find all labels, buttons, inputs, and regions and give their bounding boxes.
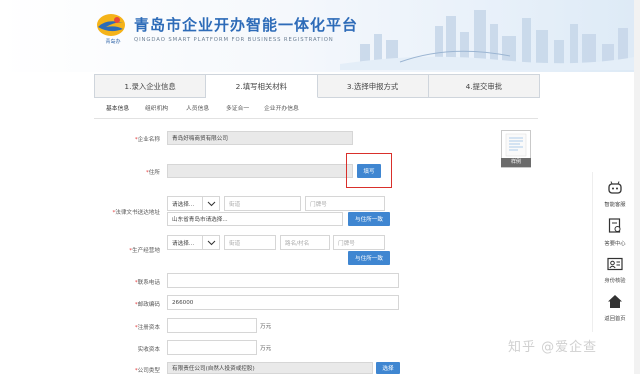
sample-label: 样例	[501, 158, 531, 167]
postcode-label: *邮政编码	[134, 302, 160, 308]
registered-capital-unit: 万元	[260, 324, 272, 330]
city-skyline-image	[340, 10, 640, 70]
legal-address-detail-field[interactable]: 山东省青岛市请选择...	[167, 212, 343, 226]
same-as-address-button[interactable]: 与住所一致	[348, 212, 390, 226]
legal-address-door-input[interactable]: 门牌号	[305, 196, 385, 211]
subtab-divider	[94, 118, 538, 119]
business-place-street-input[interactable]: 街道	[224, 235, 276, 250]
page-scrollbar[interactable]	[634, 0, 640, 374]
business-place-road-input[interactable]: 路名/村名	[280, 235, 330, 250]
legal-address-label: *法律文书送达地址	[112, 210, 160, 216]
tab-opening-info[interactable]: 企业开办信息	[264, 100, 299, 118]
document-icon	[608, 218, 621, 233]
business-place-door-input[interactable]: 门牌号	[333, 235, 385, 250]
chevron-down-icon[interactable]	[203, 235, 220, 250]
step-2[interactable]: 2.填写相关材料	[206, 75, 318, 98]
tab-multi-cert[interactable]: 多证合一	[226, 100, 249, 118]
postcode-input[interactable]: 266000	[167, 295, 399, 310]
step-1[interactable]: 1.录入企业信息	[95, 75, 207, 97]
step-tabs: 1.录入企业信息 2.填写相关材料 3.选择申报方式 4.提交审批	[94, 74, 540, 98]
sidebar-item-verify[interactable]: 身份核验	[593, 256, 637, 284]
address-label: *住所	[146, 170, 160, 176]
legal-address-region-select[interactable]: 请选择...	[167, 196, 203, 211]
company-type-label: *公司类型	[134, 368, 160, 374]
watermark-text: 知乎 @爱企查	[508, 340, 598, 355]
tab-basic-info[interactable]: 基本信息	[106, 100, 130, 119]
address-field[interactable]	[167, 164, 353, 178]
step-3[interactable]: 3.选择申报方式	[318, 75, 429, 97]
company-name-field[interactable]: 青岛好嗨商贸有限公司	[167, 131, 353, 145]
company-name-label: *企业名称	[134, 137, 160, 143]
tab-organization[interactable]: 组织机构	[145, 100, 168, 118]
registered-capital-label: *注册资本	[134, 325, 160, 331]
legal-address-street-input[interactable]: 街道	[224, 196, 301, 211]
same-as-address-button-2[interactable]: 与住所一致	[348, 251, 390, 265]
paid-capital-input[interactable]	[167, 340, 257, 355]
sidebar-item-answers[interactable]: 答要中心	[593, 218, 637, 247]
logo-text: 青岛办	[105, 39, 121, 45]
tab-personnel[interactable]: 人员信息	[186, 100, 209, 118]
logo-icon	[97, 14, 125, 36]
phone-label: *联系电话	[134, 280, 160, 286]
business-place-region-select[interactable]: 请选择...	[167, 235, 203, 250]
phone-input[interactable]	[167, 273, 399, 288]
business-place-label: *生产经营地	[129, 248, 160, 254]
home-icon	[608, 295, 622, 308]
chevron-down-icon[interactable]	[203, 196, 220, 211]
floating-sidebar: 智能客服 答要中心 身份核验 返回首页	[592, 172, 637, 332]
robot-icon	[608, 181, 622, 194]
registered-capital-input[interactable]	[167, 318, 257, 333]
sidebar-item-service[interactable]: 智能客服	[593, 180, 637, 208]
paid-capital-unit: 万元	[260, 346, 272, 352]
site-title: 青岛市企业开办智能一体化平台	[134, 16, 359, 34]
site-subtitle: QINGDAO SMART PLATFORM FOR BUSINESS REGI…	[134, 37, 334, 43]
fill-address-button[interactable]: 填写	[357, 164, 381, 178]
company-type-field[interactable]: 有限责任公司(自然人投资或控股)	[167, 362, 373, 374]
sample-document-icon	[505, 133, 527, 157]
paid-capital-label: 实收资本	[137, 347, 160, 353]
id-card-icon	[607, 257, 623, 271]
sidebar-item-home[interactable]: 返回首页	[593, 294, 637, 322]
company-type-select-button[interactable]: 选择	[376, 362, 400, 374]
step-4[interactable]: 4.提交审批	[429, 75, 539, 97]
